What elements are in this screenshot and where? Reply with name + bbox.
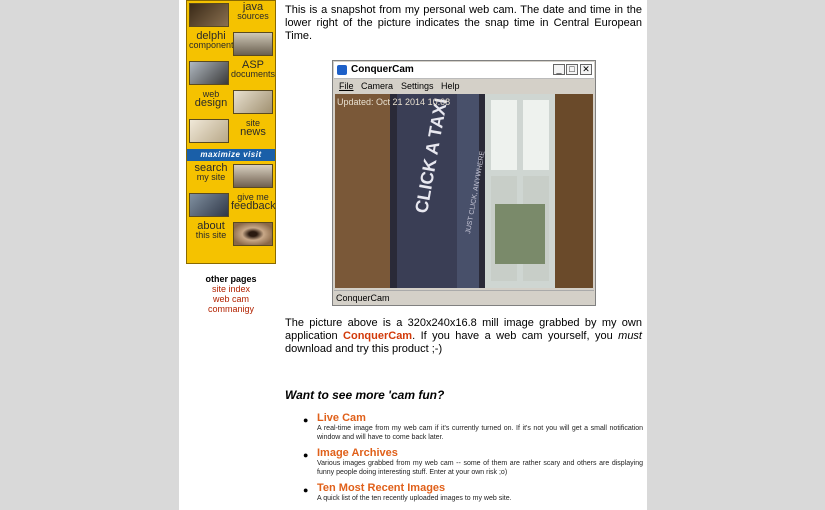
bullet-icon: ● [303,450,309,460]
nav-feedback-label: give me feedback [231,192,276,212]
cam-links-list: ● Live Cam A real-time image from my web… [303,412,643,508]
cam-timestamp: Updated: Oct 21 2014 10:08 [337,97,451,107]
close-icon[interactable]: ✕ [580,64,592,75]
minimize-icon[interactable]: _ [553,64,565,75]
recent-images-desc: A quick list of the ten recently uploade… [317,495,512,502]
para-must: must [618,330,642,342]
app-icon [337,65,347,75]
nav-asp[interactable]: ASP documents [187,59,275,88]
window-menubar: File Camera Settings Help [334,79,594,93]
menu-settings[interactable]: Settings [401,81,434,91]
para-text-3: download and try this product ;-) [285,343,443,355]
conquercam-window: ConquerCam _ □ ✕ File Camera Settings He… [332,60,596,306]
window-title: ConquerCam [351,64,414,75]
nav-asp-label: ASP documents [231,59,276,79]
list-item: ● Live Cam A real-time image from my web… [303,412,643,442]
other-pages-links: other pages site index web cam commanigy [186,274,276,314]
sketch-icon [233,90,273,114]
intro-paragraph: This is a snapshot from my personal web … [285,4,642,42]
maximize-visit-bar: maximize visit [187,149,275,161]
conquercam-link[interactable]: ConquerCam [343,330,412,342]
nav-design-label: web design [194,89,228,109]
live-cam-link[interactable]: Live Cam [317,412,643,424]
more-cam-heading: Want to see more 'cam fun? [285,388,445,402]
status-text: ConquerCam [336,293,390,303]
webcam-scene: CLICK A TAXI JUST CLICK, ANYWHERE [335,94,593,288]
aircraft-icon [189,61,229,85]
nav-news-label: site news [240,118,266,138]
coffee-cup-icon [189,3,229,27]
site-index-link[interactable]: site index [186,284,276,294]
menu-file[interactable]: File [339,81,354,91]
image-archives-desc: Various images grabbed from my web cam -… [317,460,643,476]
nav-java-label: java sources [237,1,269,21]
nav-delphi[interactable]: delphi components [187,30,275,59]
image-archives-link[interactable]: Image Archives [317,447,643,459]
menu-help[interactable]: Help [441,81,460,91]
other-pages-heading: other pages [205,274,257,284]
web-cam-link[interactable]: web cam [186,294,276,304]
newspaper-icon [189,119,229,143]
window-statusbar: ConquerCam [334,290,594,305]
nav-web-design[interactable]: web design [187,88,275,117]
nav-about[interactable]: about this site [187,220,275,249]
left-navigation: java sources delphi components ASP document… [186,0,276,264]
maximize-icon[interactable]: □ [566,64,578,75]
nav-about-label: about this site [195,220,227,240]
building-icon [233,164,273,188]
phone-icon [189,193,229,217]
menu-camera[interactable]: Camera [361,81,393,91]
para-text-2: . If you have a web cam yourself, you [412,330,619,342]
recent-images-link[interactable]: Ten Most Recent Images [317,482,643,494]
bullet-icon: ● [303,415,309,425]
nav-delphi-label: delphi components [189,30,239,50]
nav-search-label: search my site [194,162,228,182]
bullet-icon: ● [303,485,309,495]
live-cam-desc: A real-time image from my web cam if it'… [317,425,643,441]
webcam-image: CLICK A TAXI JUST CLICK, ANYWHERE Update… [335,94,593,288]
nav-feedback[interactable]: give me feedback [187,191,276,220]
window-titlebar[interactable]: ConquerCam _ □ ✕ [334,62,594,79]
ruins-icon [233,32,273,56]
description-paragraph: The picture above is a 320x240x16.8 mill… [285,317,642,356]
list-item: ● Image Archives Various images grabbed … [303,447,643,477]
commanigy-link[interactable]: commanigy [186,304,276,314]
nav-site-news[interactable]: site news [187,117,275,146]
nav-search[interactable]: search my site [187,162,275,191]
list-item: ● Ten Most Recent Images A quick list of… [303,482,643,503]
nav-java[interactable]: java sources [187,1,275,30]
eye-icon [233,222,273,246]
